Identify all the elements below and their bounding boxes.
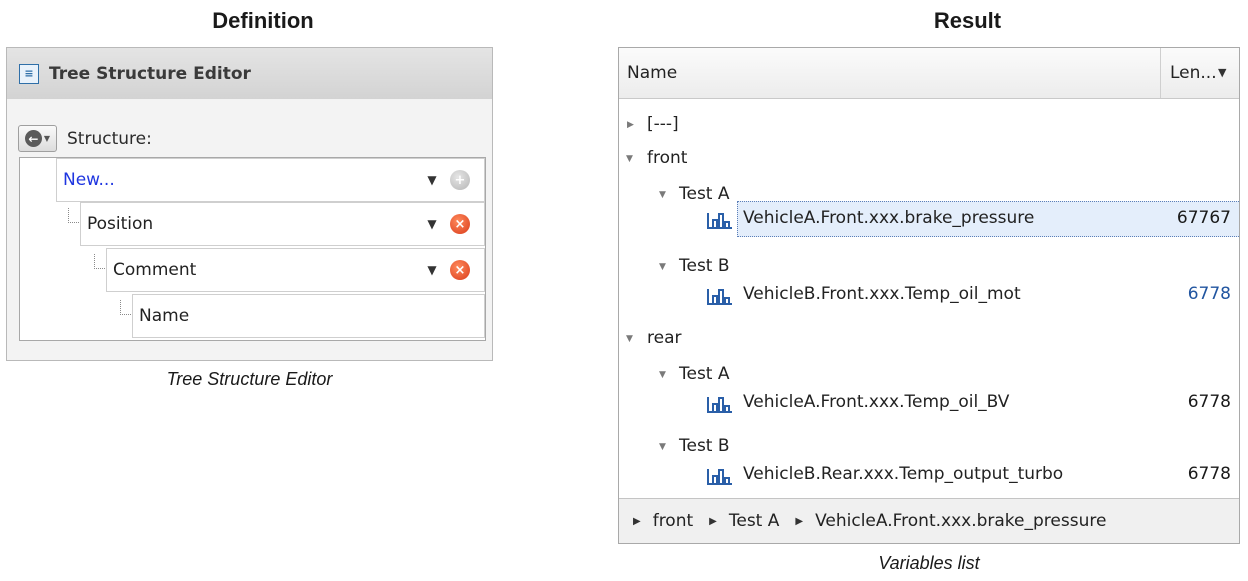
back-arrow-icon: ← (24, 130, 42, 147)
collapse-icon[interactable]: ▼ (659, 370, 666, 380)
chevron-down-icon[interactable]: ▼ (422, 173, 442, 187)
variable-item[interactable]: VehicleB.Front.xxx.Temp_oil_mot (743, 284, 1021, 304)
structure-row-label[interactable]: Position (81, 214, 422, 234)
editor-title: Tree Structure Editor (49, 63, 251, 84)
tree-node-front-test-b[interactable]: Test B (679, 256, 730, 276)
remove-icon[interactable]: × (450, 214, 470, 234)
tree-node-front-test-a[interactable]: Test A (679, 184, 730, 204)
collapse-icon[interactable]: ▼ (659, 190, 666, 200)
tree-node-root[interactable]: [---] (647, 114, 679, 134)
chart-icon (707, 469, 732, 485)
structure-row-label[interactable]: New... (57, 170, 422, 190)
dropdown-caret-icon: ▼ (43, 134, 51, 143)
chevron-down-icon[interactable]: ▼ (1218, 66, 1226, 79)
chevron-right-icon: ▶ (633, 515, 641, 527)
tree-editor-icon: ≡ (19, 63, 39, 84)
remove-icon[interactable]: × (450, 260, 470, 280)
chevron-down-icon[interactable]: ▼ (422, 263, 442, 277)
variable-length: 6778 (1187, 392, 1231, 412)
structure-label: Structure: (67, 129, 152, 149)
variables-caption: Variables list (878, 553, 980, 573)
variables-list: Name Len... ▼ ▶ [---] ▼ front ▼ Test A V… (618, 47, 1240, 544)
chart-icon (707, 397, 732, 413)
chevron-right-icon: ▶ (795, 515, 804, 527)
back-button[interactable]: ← ▼ (18, 125, 57, 152)
definition-heading: Definition (212, 8, 314, 33)
collapse-icon[interactable]: ▼ (659, 442, 666, 452)
editor-body: ← ▼ Structure: New... ▼ + Position ▼ × C… (7, 99, 492, 360)
tree-structure-editor: ≡ Tree Structure Editor ← ▼ Structure: N… (6, 47, 493, 361)
list-header: Name Len... ▼ (619, 48, 1239, 99)
chevron-right-icon: ▶ (709, 515, 717, 527)
variable-item[interactable]: VehicleA.Front.xxx.Temp_oil_BV (743, 392, 1009, 412)
structure-row-label[interactable]: Comment (107, 260, 422, 280)
breadcrumb-item[interactable]: Test A (729, 511, 780, 531)
variable-item[interactable]: VehicleB.Rear.xxx.Temp_output_turbo (743, 464, 1063, 484)
breadcrumb: ▶ front ▶ Test A ▶ VehicleA.Front.xxx.br… (619, 498, 1239, 543)
collapse-icon[interactable]: ▼ (659, 262, 666, 272)
chart-icon (707, 289, 732, 305)
breadcrumb-item[interactable]: front (653, 511, 693, 531)
chart-icon (707, 213, 732, 229)
tree-node-front[interactable]: front (647, 148, 687, 168)
structure-list: New... ▼ + Position ▼ × Comment ▼ × Name (19, 157, 486, 341)
tree-node-rear-test-b[interactable]: Test B (679, 436, 730, 456)
editor-title-bar: ≡ Tree Structure Editor (7, 48, 492, 100)
structure-row-new[interactable]: New... ▼ + (56, 158, 485, 202)
structure-row-name[interactable]: Name (132, 294, 485, 338)
chevron-down-icon[interactable]: ▼ (422, 217, 442, 231)
result-heading: Result (933, 8, 1002, 33)
column-separator[interactable] (1160, 48, 1161, 98)
structure-row-position[interactable]: Position ▼ × (80, 202, 485, 246)
variable-length: 67767 (1176, 208, 1231, 228)
structure-row-label[interactable]: Name (133, 306, 484, 326)
variable-length: 6778 (1187, 464, 1231, 484)
variable-item[interactable]: VehicleA.Front.xxx.brake_pressure (743, 208, 1034, 228)
tree-node-rear-test-a[interactable]: Test A (679, 364, 730, 384)
tree-node-rear[interactable]: rear (647, 328, 681, 348)
breadcrumb-item[interactable]: VehicleA.Front.xxx.brake_pressure (815, 511, 1106, 531)
collapse-icon[interactable]: ▼ (626, 154, 633, 164)
add-icon[interactable]: + (450, 170, 470, 190)
collapse-icon[interactable]: ▼ (626, 334, 633, 344)
expand-icon[interactable]: ▶ (627, 120, 634, 130)
column-header-name[interactable]: Name (627, 63, 677, 83)
structure-row-comment[interactable]: Comment ▼ × (106, 248, 485, 292)
variable-length: 6778 (1187, 284, 1231, 304)
column-header-length[interactable]: Len... (1170, 63, 1217, 83)
editor-caption: Tree Structure Editor (166, 369, 333, 389)
